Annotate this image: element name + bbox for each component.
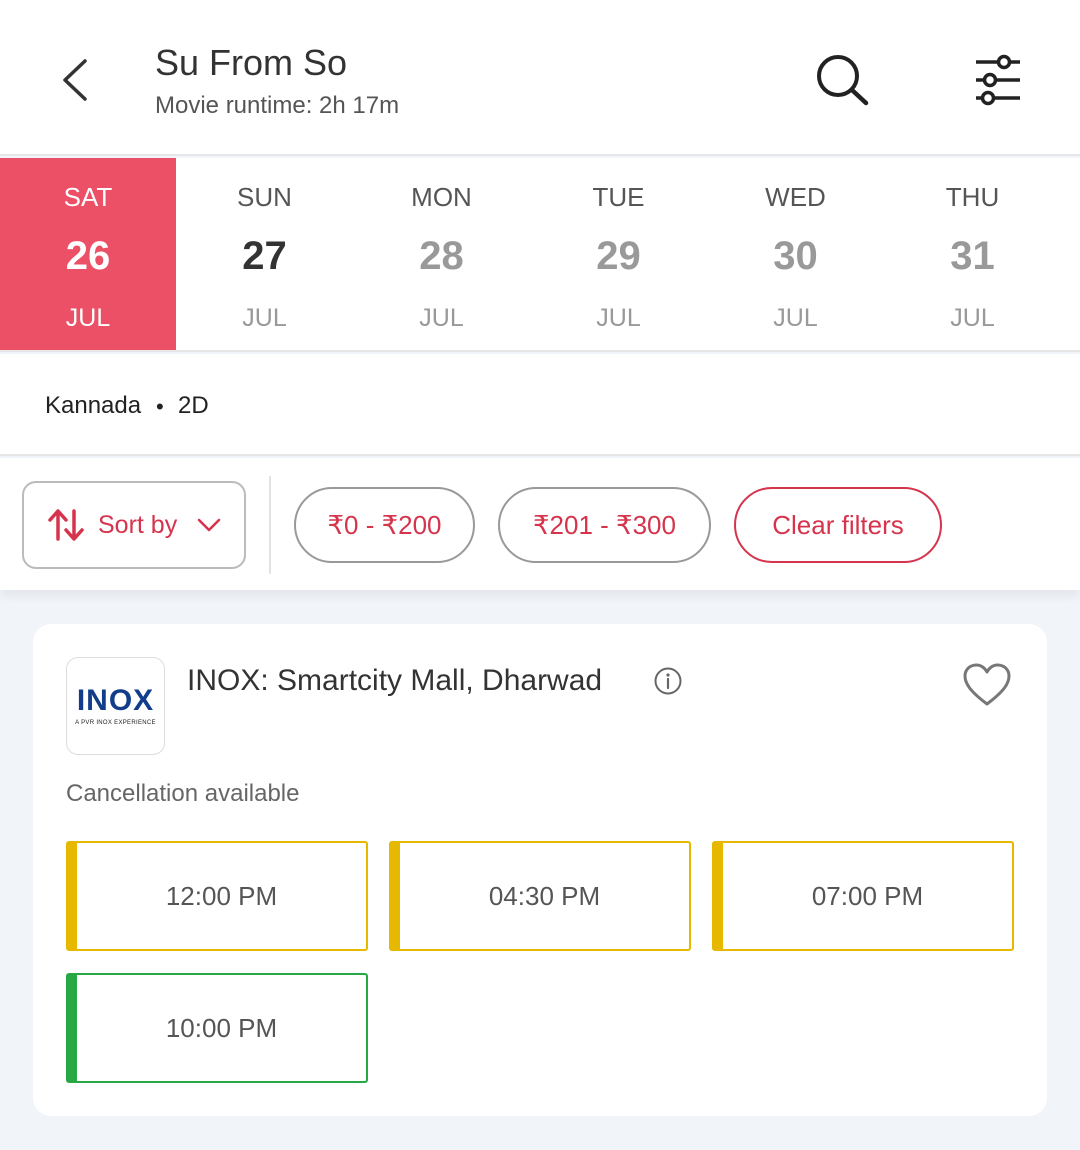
info-button[interactable] [653, 666, 683, 696]
date-thu-31[interactable]: THU 31 JUL [884, 158, 1061, 350]
date-month: JUL [242, 304, 287, 332]
date-day: 29 [596, 234, 641, 278]
format-label: 2D [178, 392, 209, 419]
favorite-button[interactable] [961, 662, 1013, 708]
cinema-name[interactable]: INOX: Smartcity Mall, Dharwad [187, 664, 602, 698]
sort-arrows-icon [48, 509, 84, 541]
sort-by-label: Sort by [98, 510, 178, 539]
search-icon [817, 55, 869, 106]
showtime-button[interactable]: 04:30 PM [389, 841, 691, 951]
app-header: Su From So Movie runtime: 2h 17m [0, 0, 1080, 156]
date-mon-28[interactable]: MON 28 JUL [353, 158, 530, 350]
back-button[interactable] [50, 52, 98, 108]
movie-title: Su From So [155, 42, 348, 83]
date-sat-26[interactable]: SAT 26 JUL [0, 158, 176, 350]
date-selector: SAT 26 JUL SUN 27 JUL MON 28 JUL TUE 29 … [0, 158, 1080, 352]
filter-divider [269, 476, 271, 574]
sort-by-button[interactable]: Sort by [22, 481, 246, 569]
date-month: JUL [773, 304, 818, 332]
date-day: 26 [65, 234, 111, 278]
date-month: JUL [596, 304, 641, 332]
date-month: JUL [419, 304, 464, 332]
language-format-row: Kannada • 2D [0, 354, 1080, 456]
date-dow: THU [945, 182, 1000, 212]
logo-text: INOX [76, 684, 155, 717]
date-month: JUL [65, 304, 111, 332]
date-day: 31 [950, 234, 995, 278]
date-dow: SUN [237, 182, 292, 212]
chevron-left-icon [63, 59, 87, 101]
date-sun-27[interactable]: SUN 27 JUL [176, 158, 353, 350]
heart-icon [963, 663, 1011, 706]
date-day: 28 [419, 234, 464, 278]
date-day: 30 [773, 234, 818, 278]
date-tue-29[interactable]: TUE 29 JUL [530, 158, 707, 350]
clear-filters-button[interactable]: Clear filters [734, 487, 942, 563]
price-filter-0-200[interactable]: ₹0 - ₹200 [294, 487, 475, 563]
showtime-button[interactable]: 07:00 PM [712, 841, 1014, 951]
cancellation-status: Cancellation available [66, 780, 300, 807]
separator-dot: • [156, 394, 164, 419]
chevron-down-icon [197, 518, 221, 532]
date-dow: MON [411, 182, 472, 212]
info-icon [654, 667, 682, 695]
date-month: JUL [950, 304, 995, 332]
showtime-button[interactable]: 10:00 PM [66, 973, 368, 1083]
date-dow: SAT [63, 182, 113, 212]
search-button[interactable] [812, 50, 872, 110]
movie-runtime: Movie runtime: 2h 17m [155, 92, 400, 119]
filter-bar: Sort by ₹0 - ₹200 ₹201 - ₹300 Clear filt… [0, 458, 1080, 590]
cinema-card: INOX A PVR INOX EXPERIENCE INOX: Smartci… [33, 624, 1047, 1116]
price-filter-201-300[interactable]: ₹201 - ₹300 [498, 487, 711, 563]
sliders-icon [976, 54, 1020, 106]
date-dow: TUE [592, 182, 645, 212]
date-day: 27 [242, 234, 287, 278]
date-dow: WED [765, 182, 826, 212]
filter-settings-button[interactable] [968, 52, 1028, 108]
cinema-logo: INOX A PVR INOX EXPERIENCE [66, 657, 165, 755]
language-label: Kannada [45, 392, 142, 419]
logo-subtext: A PVR INOX EXPERIENCE [75, 720, 156, 726]
date-wed-30[interactable]: WED 30 JUL [707, 158, 884, 350]
showtime-button[interactable]: 12:00 PM [66, 841, 368, 951]
